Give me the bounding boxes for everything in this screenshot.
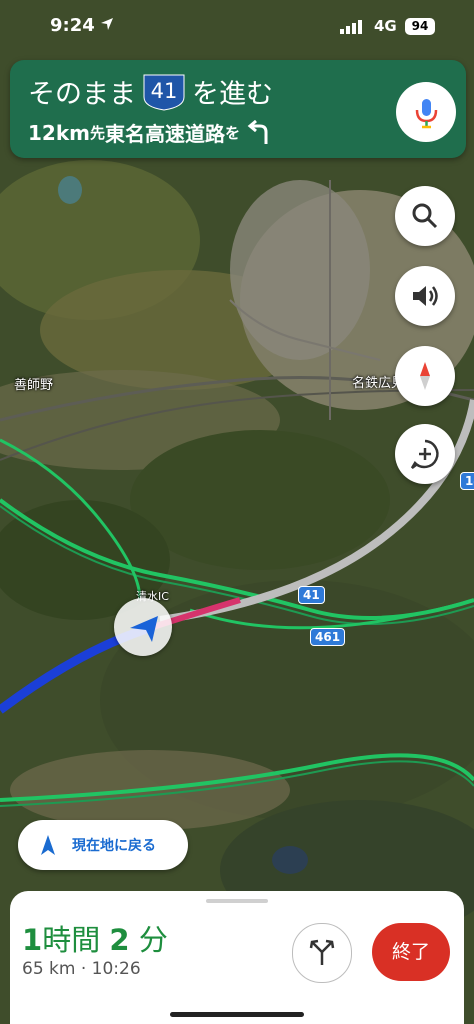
add-report-button[interactable]	[395, 424, 455, 484]
navigation-instruction-card[interactable]: そのまま 41 を進む 12km 先 東名高速道路 を	[10, 60, 466, 158]
instruction-suffix: を進む	[192, 79, 273, 110]
navigation-arrow-icon	[41, 835, 55, 855]
status-bar: 9:24 4G 94	[0, 0, 474, 54]
turn-left-icon	[247, 119, 268, 144]
separator: ·	[80, 959, 87, 979]
map-label-zenshino: 善師野	[14, 378, 54, 393]
instruction-prefix: そのまま	[28, 79, 136, 110]
route-number: 41	[150, 78, 178, 103]
primary-instruction: そのまま 41 を進む	[28, 72, 273, 111]
next-distance: 12km	[28, 120, 90, 145]
end-navigation-button[interactable]: 終了	[372, 923, 450, 981]
duration-hours: 1	[22, 923, 43, 957]
signal-icon	[340, 20, 362, 34]
status-time: 9:24	[50, 15, 95, 36]
compass-icon	[420, 362, 430, 390]
speaker-icon	[413, 286, 438, 306]
current-location-puck	[114, 598, 172, 656]
compass-button[interactable]	[395, 346, 455, 406]
drag-handle[interactable]	[206, 899, 268, 903]
search-button[interactable]	[395, 186, 455, 246]
secondary-instruction: 12km 先 東名高速道路 を	[28, 118, 276, 147]
next-road: 東名高速道路	[105, 122, 225, 146]
trip-summary-sheet[interactable]: 1時間 2 分 65 km · 10:26 終了	[10, 891, 464, 1024]
duration-minutes-unit: 分	[138, 923, 168, 957]
route-shield-right: 14	[460, 472, 474, 490]
alternate-routes-icon	[309, 939, 335, 965]
voice-input-button[interactable]	[396, 82, 456, 142]
navigation-arrow-icon	[130, 616, 158, 642]
microphone-icon	[415, 99, 438, 129]
battery-indicator: 94	[405, 18, 435, 35]
add-comment-icon	[410, 439, 439, 469]
duration-minutes: 2	[109, 923, 130, 957]
route-shield-461: 461	[310, 628, 346, 646]
sound-button[interactable]	[395, 266, 455, 326]
alternate-routes-button[interactable]	[292, 923, 352, 983]
location-arrow-icon	[101, 18, 113, 30]
trip-distance: 65 km	[22, 959, 76, 979]
network-type: 4G	[374, 17, 397, 35]
next-distance-suffix: 先	[89, 124, 105, 142]
next-road-suffix: を	[225, 124, 241, 142]
route-number-badge: 41	[140, 73, 188, 111]
arrival-time: 10:26	[91, 959, 141, 979]
trip-duration: 1時間 2 分	[22, 917, 168, 959]
recenter-label: 現在地に戻る	[72, 838, 156, 854]
duration-hours-unit: 時間	[42, 923, 101, 957]
recenter-button[interactable]: 現在地に戻る	[18, 820, 188, 870]
home-indicator[interactable]	[170, 1012, 304, 1017]
trip-details: 65 km · 10:26	[22, 959, 141, 979]
route-shield-41: 41	[298, 586, 325, 604]
search-icon	[412, 203, 438, 229]
